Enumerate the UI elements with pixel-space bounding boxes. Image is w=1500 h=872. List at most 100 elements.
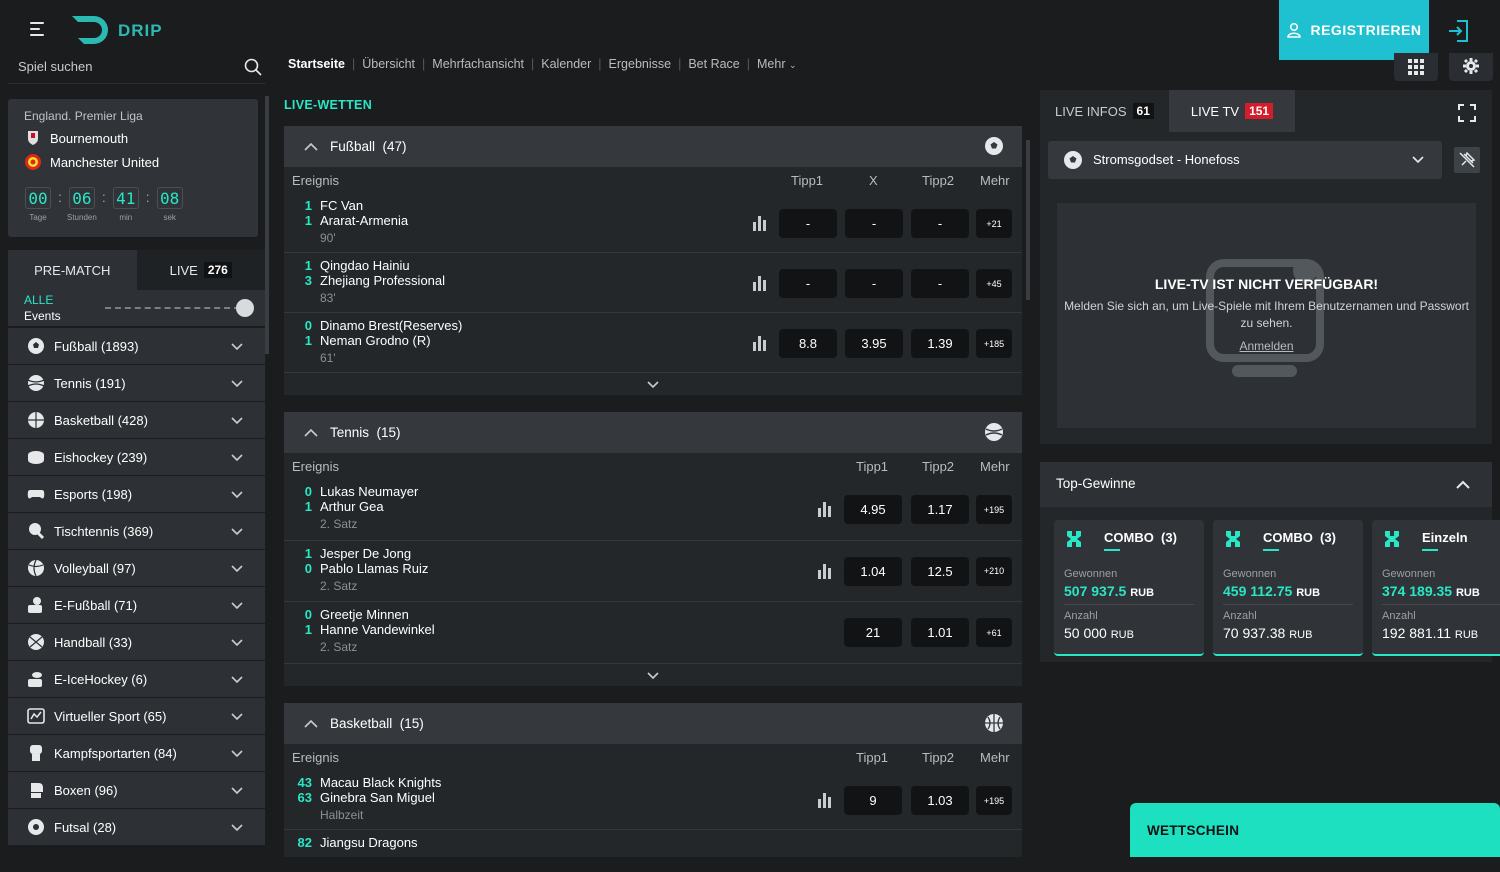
nav-uebersicht[interactable]: Übersicht: [362, 57, 415, 71]
chevron-down-icon[interactable]: [231, 672, 243, 687]
grid-view-button[interactable]: [1394, 53, 1438, 81]
more-markets-button[interactable]: +185: [976, 329, 1012, 358]
expand-icon[interactable]: [1458, 104, 1476, 122]
tab-live-infos[interactable]: LIVE INFOS 61: [1040, 90, 1169, 132]
hamburger-menu-icon[interactable]: [30, 20, 50, 38]
time-slider-track[interactable]: [105, 307, 240, 309]
chevron-down-icon[interactable]: [231, 746, 243, 761]
odd-tipp1[interactable]: 9: [844, 786, 902, 815]
statistics-icon[interactable]: [817, 501, 833, 517]
event-row[interactable]: 0 Lukas Neumayer 1 Arthur Gea 2. Satz 4.95 1.1…: [284, 479, 1022, 541]
top-win-card[interactable]: COMBO (3) Gewonnen 507 937.5 RUB Anzahl 50 0…: [1054, 520, 1204, 656]
odd-tipp1[interactable]: -: [779, 269, 837, 298]
odd-tipp1[interactable]: 21: [844, 618, 902, 647]
event-row[interactable]: 0 Dinamo Brest(Reserves) 1 Neman Grodno (R)…: [284, 313, 1022, 373]
more-markets-button[interactable]: +61: [976, 618, 1012, 647]
top-win-card[interactable]: Einzeln Gewonnen 374 189.35 RUB Anzahl 192 8…: [1372, 520, 1500, 656]
odd-tipp2[interactable]: 1.01: [911, 618, 969, 647]
chevron-down-icon[interactable]: [231, 709, 243, 724]
betslip-button[interactable]: WETTSCHEIN: [1130, 803, 1500, 857]
chevron-down-icon[interactable]: [231, 783, 243, 798]
statistics-icon[interactable]: [817, 792, 833, 808]
register-button[interactable]: REGISTRIEREN: [1279, 0, 1429, 60]
settings-button[interactable]: [1449, 53, 1493, 81]
chevron-down-icon[interactable]: [231, 635, 243, 650]
event-row[interactable]: 43 Macau Black Knights 63 Ginebra San Migue…: [284, 770, 1022, 830]
more-markets-button[interactable]: +195: [976, 786, 1012, 815]
sidebar-item-sport[interactable]: Boxen (96): [8, 772, 265, 809]
odd-tipp2[interactable]: 12.5: [911, 556, 969, 586]
time-slider-handle[interactable]: [236, 299, 254, 317]
tab-prematch[interactable]: PRE-MATCH: [8, 250, 137, 290]
sidebar-item-sport[interactable]: Kampfsportarten (84): [8, 735, 265, 772]
featured-match-card[interactable]: England. Premier Liga Bournemouth Manche…: [8, 99, 258, 237]
sidebar-item-sport[interactable]: Basketball (428): [8, 402, 265, 439]
nav-bet-race[interactable]: Bet Race: [688, 57, 739, 71]
odd-tipp2[interactable]: 1.17: [911, 495, 969, 524]
event-row[interactable]: 1 Jesper De Jong 0 Pablo Llamas Ruiz 2. Satz…: [284, 541, 1022, 602]
tennis-section-header[interactable]: Tennis (15): [284, 412, 1022, 453]
search-input[interactable]: [18, 56, 228, 76]
odd-tipp2[interactable]: 1.39: [911, 329, 969, 358]
statistics-icon[interactable]: [752, 215, 768, 231]
event-row[interactable]: 1 Qingdao Hainiu 3 Zhejiang Professional 83'…: [284, 253, 1022, 313]
nav-mehrfachansicht[interactable]: Mehrfachansicht: [432, 57, 524, 71]
odd-tipp1[interactable]: 4.95: [844, 495, 902, 524]
football-expand[interactable]: [284, 373, 1022, 397]
sidebar-item-sport[interactable]: Volleyball (97): [8, 550, 265, 587]
odd-tipp1[interactable]: 8.8: [779, 329, 837, 358]
chevron-down-icon[interactable]: [231, 561, 243, 576]
search-icon[interactable]: [244, 58, 262, 76]
nav-mehr[interactable]: Mehr ⌄: [757, 57, 797, 71]
chevron-down-icon[interactable]: [231, 413, 243, 428]
match-select[interactable]: Stromsgodset - Honefoss: [1048, 141, 1442, 179]
odd-x[interactable]: 3.95: [845, 329, 903, 358]
nav-ergebnisse[interactable]: Ergebnisse: [609, 57, 672, 71]
top-win-card[interactable]: COMBO (3) Gewonnen 459 112.75 RUB Anzahl 70 …: [1213, 520, 1363, 656]
more-markets-button[interactable]: +210: [976, 556, 1012, 586]
sidebar-item-sport[interactable]: E-Fußball (71): [8, 587, 265, 624]
statistics-icon[interactable]: [817, 563, 833, 579]
odd-tipp2[interactable]: 1.03: [911, 786, 969, 815]
sidebar-item-sport[interactable]: Esports (198): [8, 476, 265, 513]
center-scrollbar[interactable]: [1026, 140, 1030, 300]
more-markets-button[interactable]: +21: [976, 209, 1012, 238]
odd-tipp2[interactable]: -: [911, 209, 969, 238]
event-row[interactable]: 1 FC Van 1 Ararat-Armenia 90' - - - +21: [284, 193, 1022, 253]
sidebar-scrollbar[interactable]: [265, 96, 269, 354]
chevron-down-icon[interactable]: [231, 820, 243, 835]
chevron-down-icon[interactable]: [231, 524, 243, 539]
chevron-down-icon[interactable]: [231, 339, 243, 354]
more-markets-button[interactable]: +45: [976, 269, 1012, 298]
tab-live-tv[interactable]: LIVE TV 151: [1168, 90, 1296, 132]
login-icon[interactable]: [1445, 18, 1475, 44]
sidebar-item-sport[interactable]: Eishockey (239): [8, 439, 265, 476]
odd-x[interactable]: -: [845, 269, 903, 298]
odd-tipp1[interactable]: 1.04: [844, 556, 902, 586]
football-section-header[interactable]: Fußball (47): [284, 126, 1022, 167]
nav-startseite[interactable]: Startseite: [288, 57, 345, 71]
basketball-section-header[interactable]: Basketball (15): [284, 703, 1022, 744]
chevron-down-icon[interactable]: [231, 376, 243, 391]
chevron-down-icon[interactable]: [231, 598, 243, 613]
odd-x[interactable]: -: [845, 209, 903, 238]
odd-tipp2[interactable]: -: [911, 269, 969, 298]
chevron-down-icon[interactable]: [231, 487, 243, 502]
statistics-icon[interactable]: [752, 335, 768, 351]
nav-kalender[interactable]: Kalender: [541, 57, 591, 71]
tab-live[interactable]: LIVE 276: [136, 250, 265, 290]
unpin-button[interactable]: [1454, 147, 1480, 173]
chevron-down-icon[interactable]: [231, 450, 243, 465]
statistics-icon[interactable]: [752, 275, 768, 291]
sidebar-item-sport[interactable]: Fußball (1893): [8, 328, 265, 365]
sidebar-item-sport[interactable]: Tennis (191): [8, 365, 265, 402]
top-wins-header[interactable]: Top-Gewinne: [1040, 462, 1492, 507]
sidebar-item-sport[interactable]: Futsal (28): [8, 809, 265, 846]
sidebar-item-sport[interactable]: E-IceHockey (6): [8, 661, 265, 698]
sidebar-item-sport[interactable]: Handball (33): [8, 624, 265, 661]
tennis-expand[interactable]: [284, 664, 1022, 688]
event-row[interactable]: 82 Jiangsu Dragons: [284, 830, 1022, 857]
odd-tipp1[interactable]: -: [779, 209, 837, 238]
event-row[interactable]: 0 Greetje Minnen 1 Hanne Vandewinkel 2. Satz…: [284, 602, 1022, 664]
more-markets-button[interactable]: +195: [976, 495, 1012, 524]
